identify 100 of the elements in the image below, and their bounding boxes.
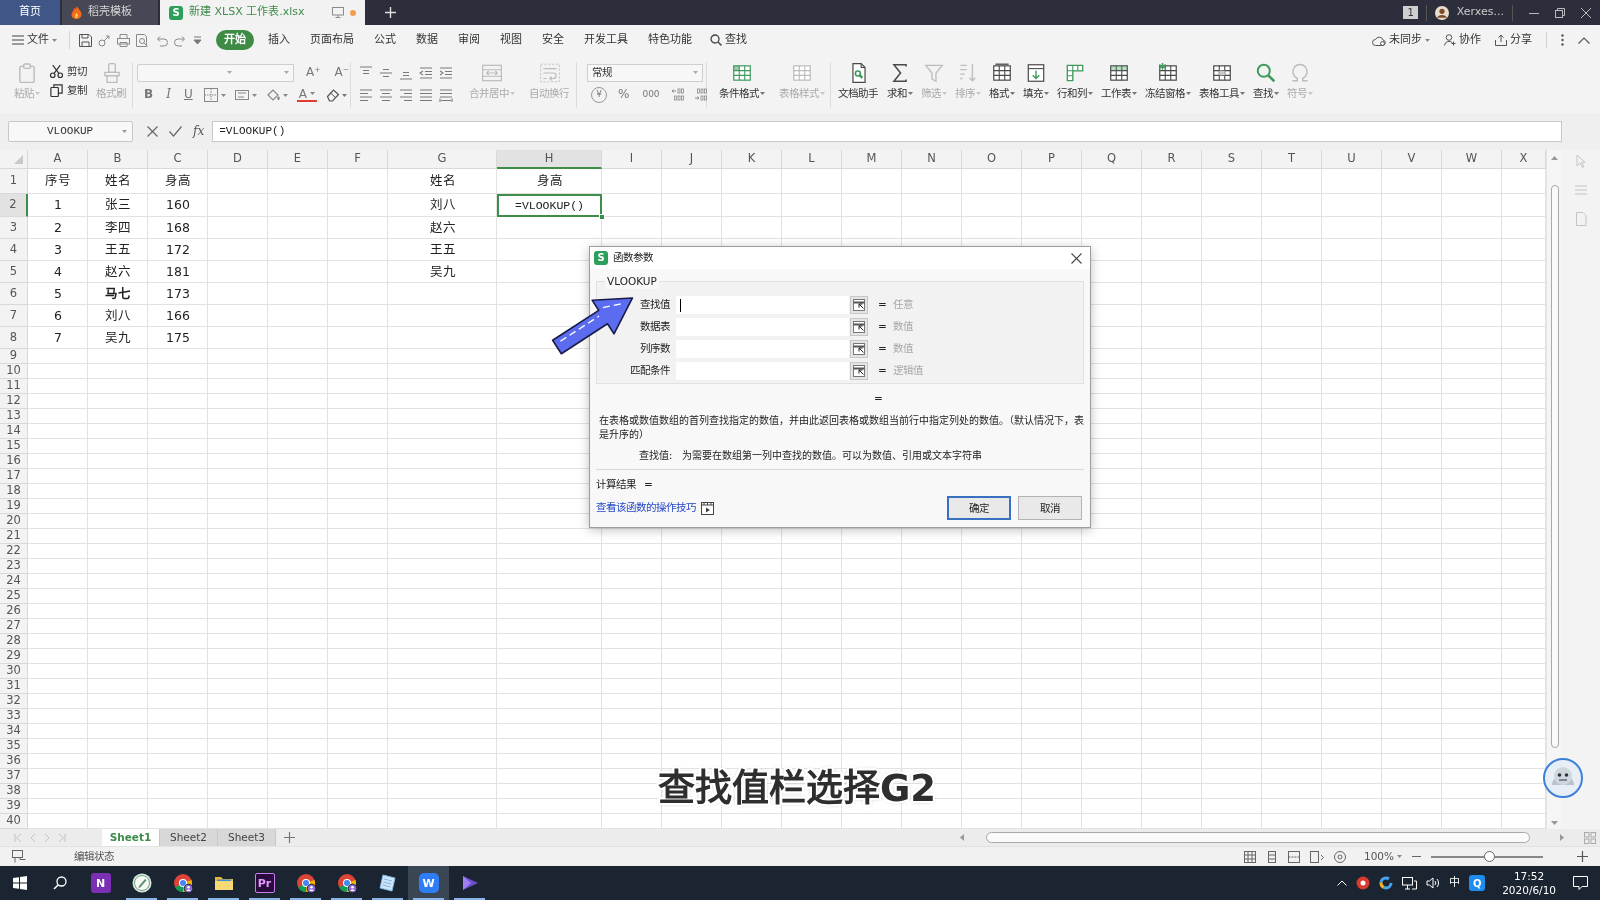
formula-field[interactable]: =VLOOKUP() (212, 121, 1562, 142)
row-header[interactable]: 3 (0, 217, 28, 239)
column-header[interactable]: V (1382, 150, 1442, 169)
find-button[interactable]: 查找 (1249, 62, 1283, 100)
align-middle-icon[interactable] (379, 66, 393, 80)
align-right-icon[interactable] (399, 88, 413, 102)
dialog-button[interactable]: 取消 (1018, 496, 1082, 520)
increase-indent-icon[interactable] (439, 66, 453, 80)
row-header[interactable]: 18 (0, 484, 28, 499)
share-button[interactable]: 分享 (1495, 33, 1532, 47)
clock-date[interactable]: 2020/6/10 (1502, 883, 1556, 897)
confirm-icon[interactable] (169, 126, 182, 137)
menu-tab[interactable]: 特色功能 (638, 29, 702, 51)
row-header[interactable]: 2 (0, 194, 28, 217)
row-header[interactable]: 36 (0, 754, 28, 769)
record-icon[interactable] (1356, 876, 1371, 890)
fill-button[interactable]: 填充 (1019, 62, 1053, 100)
collaborate-button[interactable]: 协作 (1444, 33, 1481, 47)
menu-tab[interactable]: 审阅 (448, 29, 490, 51)
column-header[interactable]: A (28, 150, 88, 169)
print-icon[interactable] (117, 33, 130, 47)
font-size-field[interactable] (236, 63, 294, 82)
decrease-font-size-button[interactable]: A⁻ (332, 65, 352, 80)
column-header[interactable]: L (782, 150, 842, 169)
row-header[interactable]: 38 (0, 784, 28, 799)
menu-tab[interactable]: 开始 (216, 29, 254, 51)
column-header[interactable]: M (842, 150, 902, 169)
column-header[interactable]: H (497, 150, 602, 169)
cell-fill-icon[interactable] (234, 87, 257, 102)
row-header[interactable]: 12 (0, 394, 28, 409)
dialog-button[interactable]: 确定 (947, 496, 1011, 520)
menu-tab[interactable]: 公式 (364, 29, 406, 51)
column-header[interactable]: F (328, 150, 388, 169)
column-header[interactable]: B (88, 150, 148, 169)
sum-button[interactable]: 求和 (883, 62, 917, 100)
eye-care-icon[interactable] (1333, 850, 1346, 863)
row-header[interactable]: 37 (0, 769, 28, 784)
close-button[interactable] (1071, 252, 1082, 264)
row-header[interactable]: 27 (0, 619, 28, 634)
row-header[interactable]: 30 (0, 664, 28, 679)
column-header[interactable]: Q (1082, 150, 1142, 169)
column-header[interactable]: I (602, 150, 662, 169)
argument-field[interactable] (676, 296, 849, 314)
insert-function-button[interactable]: fx (193, 124, 205, 139)
volume-icon[interactable] (1426, 877, 1441, 889)
column-header[interactable]: O (962, 150, 1022, 169)
column-header[interactable]: N (902, 150, 962, 169)
scroll-right-icon[interactable] (1560, 834, 1564, 841)
document-assistant-button[interactable]: 文档助手 (834, 62, 883, 100)
decrease-indent-icon[interactable] (419, 66, 433, 80)
row-header[interactable]: 21 (0, 529, 28, 544)
row-header[interactable]: 31 (0, 679, 28, 694)
zoom-slider-thumb[interactable] (1484, 850, 1496, 862)
grid-view-icon[interactable] (1584, 831, 1596, 844)
menu-tab[interactable]: 安全 (532, 29, 574, 51)
document-tab[interactable]: 首页 (0, 0, 60, 25)
range-select-button[interactable] (850, 340, 868, 358)
menu-tab[interactable]: 插入 (258, 29, 300, 51)
document-tab[interactable]: S 新建 XLSX 工作表.xlsx (160, 0, 365, 25)
video-icon[interactable] (701, 501, 714, 515)
reading-mode-icon[interactable] (1309, 850, 1324, 863)
row-header[interactable]: 25 (0, 589, 28, 604)
paint-bucket-icon[interactable] (265, 87, 288, 102)
column-header[interactable]: T (1262, 150, 1322, 169)
assistant-icon[interactable] (1543, 758, 1583, 798)
zoom-level[interactable]: 100% (1363, 850, 1402, 863)
row-header[interactable]: 5 (0, 261, 28, 283)
row-header[interactable]: 10 (0, 364, 28, 379)
column-header[interactable]: C (148, 150, 208, 169)
column-header[interactable]: W (1442, 150, 1502, 169)
cancel-icon[interactable] (147, 126, 158, 137)
row-header[interactable]: 34 (0, 724, 28, 739)
name-box[interactable]: VLOOKUP (8, 121, 133, 142)
row-header[interactable]: 23 (0, 559, 28, 574)
row-header[interactable]: 6 (0, 283, 28, 305)
menu-tab[interactable]: 页面布局 (300, 29, 364, 51)
normal-view-icon[interactable] (1243, 850, 1256, 863)
file-menu[interactable]: 文件 (12, 33, 57, 47)
user-name[interactable]: Xerxes... (1456, 4, 1504, 21)
argument-field[interactable] (676, 362, 849, 380)
italic-button[interactable]: I (164, 87, 173, 102)
row-header[interactable]: 8 (0, 327, 28, 349)
align-left-icon[interactable] (359, 88, 373, 102)
justify-icon[interactable] (419, 88, 433, 102)
eraser-icon[interactable] (325, 87, 347, 102)
new-tab-icon[interactable] (385, 7, 396, 18)
help-link[interactable]: 查看该函数的操作技巧 (596, 500, 696, 516)
row-header[interactable]: 13 (0, 409, 28, 424)
search-button[interactable]: 查找 (710, 33, 747, 47)
more-icon[interactable] (1561, 34, 1564, 46)
decrease-decimal-icon[interactable] (693, 88, 708, 101)
borders-icon[interactable] (203, 87, 226, 102)
customize-caret-icon[interactable] (193, 35, 202, 45)
row-header[interactable]: 14 (0, 424, 28, 439)
row-header[interactable]: 9 (0, 349, 28, 364)
document-tab[interactable]: 稻壳模板 (62, 0, 158, 25)
close-icon[interactable] (1581, 7, 1591, 18)
print-preview-icon[interactable] (136, 33, 149, 47)
sheet-tab[interactable]: Sheet3 (218, 829, 276, 846)
column-header[interactable]: X (1502, 150, 1546, 169)
